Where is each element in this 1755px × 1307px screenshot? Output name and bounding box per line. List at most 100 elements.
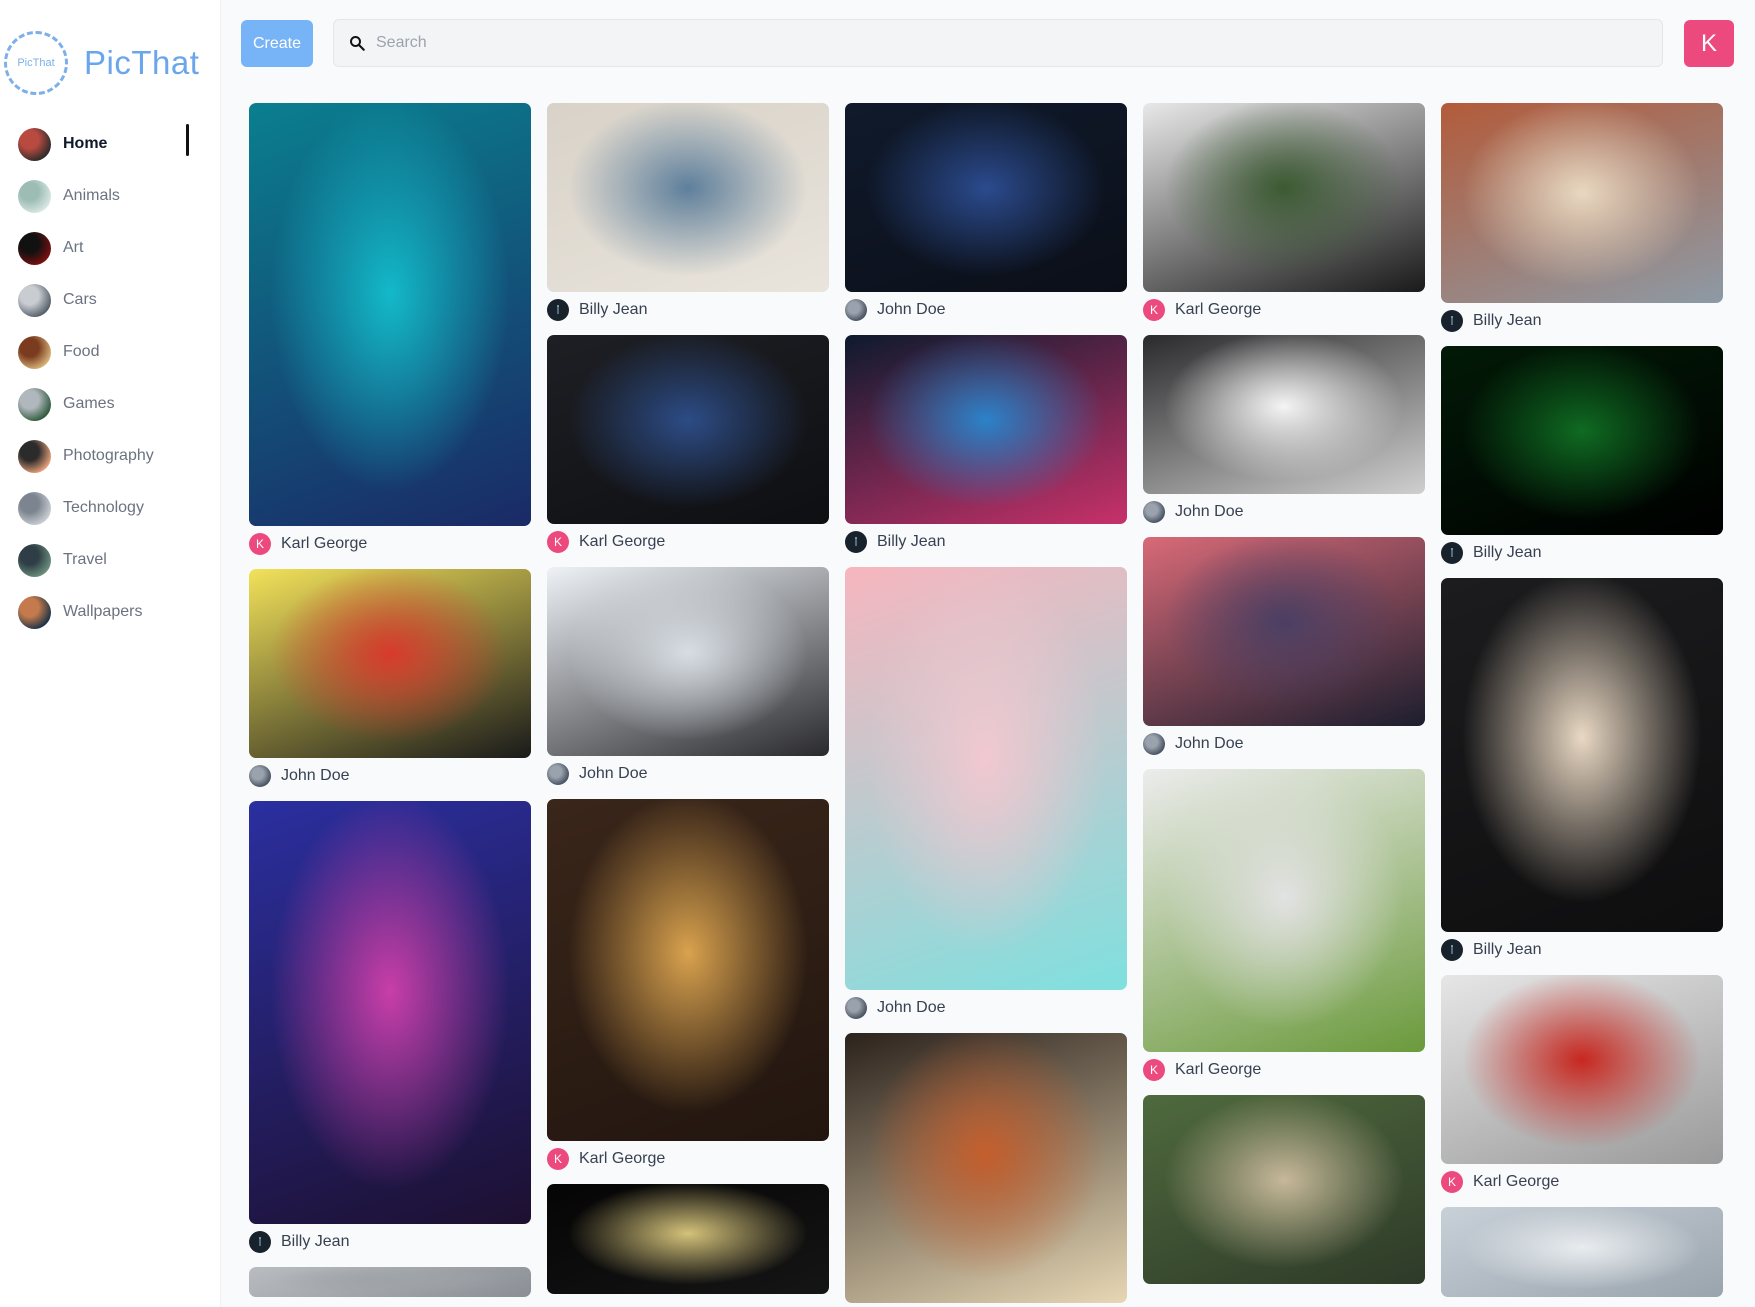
nav-thumbnail [18,491,51,525]
pin-image[interactable] [249,801,531,1224]
pin-card[interactable]: Billy Jean [845,335,1127,553]
pin-image[interactable] [547,567,829,756]
pin-image[interactable] [1441,1207,1723,1297]
nav-item-photography[interactable]: Photography [18,430,221,482]
pin-author[interactable]: Billy Jean [845,531,1127,553]
logo[interactable]: PicThat PicThat [4,28,199,98]
pin-author[interactable]: K Karl George [1143,1059,1425,1081]
author-avatar [1441,939,1463,961]
author-avatar [845,997,867,1019]
nav-item-wallpapers[interactable]: Wallpapers [18,586,221,638]
pin-image[interactable] [249,569,531,758]
pin-card[interactable]: John Doe [249,569,531,787]
pin-image[interactable] [249,1267,531,1297]
pin-card[interactable] [249,1267,531,1297]
pin-card[interactable]: John Doe [845,103,1127,321]
pin-image[interactable] [547,335,829,524]
create-button[interactable]: Create [241,20,313,67]
search-bar[interactable] [333,19,1663,67]
pin-author[interactable]: John Doe [845,299,1127,321]
pin-author[interactable]: John Doe [1143,733,1425,755]
author-name: John Doe [877,999,946,1016]
pin-author[interactable]: John Doe [1143,501,1425,523]
pin-card[interactable]: John Doe [547,567,829,785]
pin-author[interactable]: K Karl George [547,531,829,553]
user-avatar-button[interactable]: K [1684,20,1734,67]
nav-item-art[interactable]: Art [18,222,221,274]
pin-author[interactable]: K Karl George [249,533,531,555]
pin-author[interactable]: John Doe [547,763,829,785]
pin-card[interactable] [547,1184,829,1294]
author-avatar [1143,501,1165,523]
pin-image[interactable] [845,1033,1127,1303]
pin-author[interactable]: Billy Jean [547,299,829,321]
category-nav: Home Animals Art Cars Food Games Photography Te… [18,118,221,638]
pin-card[interactable]: K Karl George [249,103,531,555]
pin-card[interactable] [1143,1095,1425,1284]
nav-item-animals[interactable]: Animals [18,170,221,222]
pin-author[interactable]: K Karl George [1441,1171,1723,1193]
nav-item-home[interactable]: Home [18,118,221,170]
author-name: Billy Jean [579,301,648,318]
author-name: Karl George [579,1150,666,1167]
pin-card[interactable]: John Doe [1143,537,1425,755]
author-avatar [249,1231,271,1253]
pin-card[interactable]: John Doe [845,567,1127,1019]
pin-author[interactable]: Billy Jean [249,1231,531,1253]
author-name: Billy Jean [281,1233,350,1250]
nav-thumbnail [18,439,51,473]
nav-item-cars[interactable]: Cars [18,274,221,326]
nav-thumbnail [18,179,51,213]
pin-image[interactable] [845,335,1127,524]
pin-image[interactable] [845,567,1127,990]
pin-image[interactable] [1441,975,1723,1164]
author-avatar: K [249,533,271,555]
pin-author[interactable]: K Karl George [1143,299,1425,321]
pin-image[interactable] [1143,537,1425,726]
pin-image[interactable] [547,799,829,1141]
pin-card[interactable]: Billy Jean [1441,346,1723,564]
nav-item-technology[interactable]: Technology [18,482,221,534]
nav-thumbnail [18,595,51,629]
nav-item-food[interactable]: Food [18,326,221,378]
author-name: John Doe [579,765,648,782]
pin-card[interactable]: K Karl George [547,799,829,1170]
pin-card[interactable]: K Karl George [1143,103,1425,321]
nav-item-label: Travel [63,551,107,568]
pin-card[interactable] [1441,1207,1723,1297]
pin-image[interactable] [1143,335,1425,494]
pin-author[interactable]: Billy Jean [1441,939,1723,961]
pin-card[interactable]: K Karl George [1143,769,1425,1081]
pin-card[interactable]: K Karl George [1441,975,1723,1193]
pin-card[interactable]: Billy Jean [249,801,531,1253]
nav-item-label: Games [63,395,115,412]
pin-card[interactable]: Billy Jean [1441,103,1723,332]
pin-image[interactable] [1143,1095,1425,1284]
nav-item-travel[interactable]: Travel [18,534,221,586]
author-avatar [845,299,867,321]
author-avatar: K [547,531,569,553]
pin-image[interactable] [1143,103,1425,292]
pin-image[interactable] [1441,578,1723,932]
pin-image[interactable] [845,103,1127,292]
pin-author[interactable]: K Karl George [547,1148,829,1170]
pin-card[interactable]: John Doe [1143,335,1425,523]
nav-item-label: Cars [63,291,97,308]
pin-image[interactable] [1143,769,1425,1052]
pin-author[interactable]: Billy Jean [1441,542,1723,564]
pin-image[interactable] [547,1184,829,1294]
pin-author[interactable]: John Doe [249,765,531,787]
pin-image[interactable] [547,103,829,292]
search-input[interactable] [376,34,1576,52]
pin-image[interactable] [1441,103,1723,303]
pin-card[interactable]: Billy Jean [1441,578,1723,961]
nav-item-games[interactable]: Games [18,378,221,430]
pin-author[interactable]: Billy Jean [1441,310,1723,332]
pin-image[interactable] [1441,346,1723,535]
pin-card[interactable] [845,1033,1127,1303]
author-name: Karl George [281,535,368,552]
pin-card[interactable]: Billy Jean [547,103,829,321]
pin-author[interactable]: John Doe [845,997,1127,1019]
pin-card[interactable]: K Karl George [547,335,829,553]
pin-image[interactable] [249,103,531,526]
